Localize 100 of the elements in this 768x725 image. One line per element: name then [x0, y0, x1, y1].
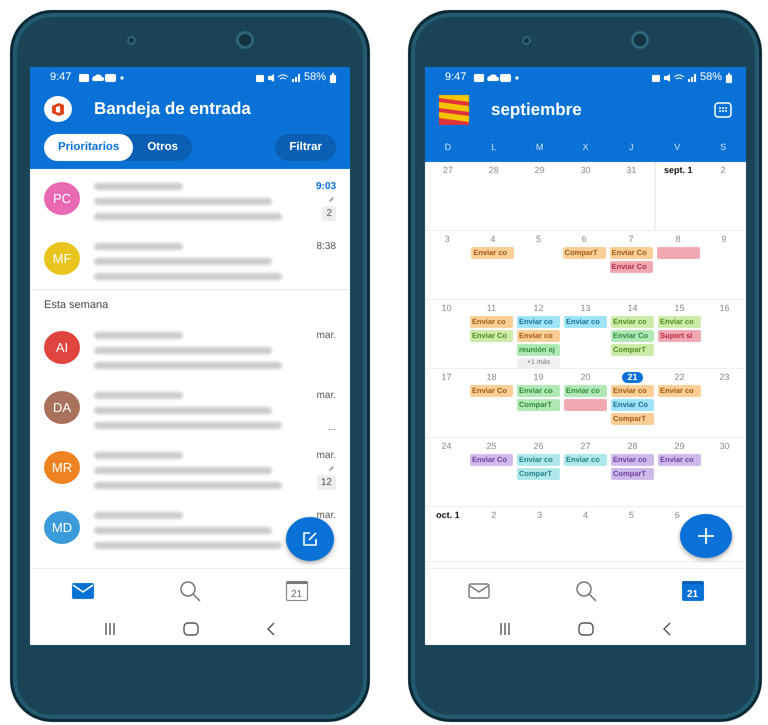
- message-time: mar.: [316, 508, 336, 523]
- camera-lens: [236, 31, 254, 49]
- day-number: 22: [673, 372, 686, 383]
- search-icon[interactable]: [178, 580, 201, 602]
- day-number: 28: [488, 165, 500, 176]
- day-number: 4: [582, 510, 589, 521]
- back-icon[interactable]: [662, 622, 672, 636]
- day-number: 18: [485, 372, 498, 383]
- clock-time: 9:47: [445, 70, 466, 86]
- compose-button[interactable]: [286, 517, 334, 561]
- mail-icon[interactable]: [468, 582, 490, 598]
- add-event-button[interactable]: [680, 514, 732, 558]
- app-logo-icon: [52, 102, 64, 116]
- day-number: 29: [534, 165, 546, 176]
- inbox-tab[interactable]: Otros: [133, 134, 192, 162]
- recent-apps-icon[interactable]: [104, 622, 116, 636]
- avatar: PC: [44, 182, 80, 216]
- inbox-tab[interactable]: Prioritarios: [44, 134, 134, 162]
- day-number: 2: [490, 510, 498, 521]
- battery-percent: 58%: [304, 70, 326, 86]
- weekday-label: L: [490, 141, 498, 154]
- weekday-label: J: [628, 141, 635, 154]
- striped-flag-icon: [439, 95, 469, 125]
- day-number: 6: [674, 510, 681, 521]
- day-number: 27: [442, 165, 454, 176]
- mail-icon[interactable]: [72, 582, 94, 598]
- day-number: 16: [718, 303, 730, 314]
- day-number: 15: [673, 303, 686, 314]
- day-number: 27: [579, 441, 592, 452]
- day-number: 7: [628, 234, 635, 245]
- avatar: DA: [44, 390, 80, 424]
- ellipsis: ...: [328, 420, 336, 435]
- day-number: 19: [532, 372, 544, 383]
- day-number: 2: [720, 165, 727, 176]
- search-icon[interactable]: [574, 580, 596, 602]
- weekday-label: V: [673, 141, 682, 154]
- today-date: 21: [622, 372, 642, 383]
- notification-icons-drawing: [474, 72, 520, 82]
- month-title: septiembre: [491, 99, 583, 122]
- message-count: 2: [322, 206, 336, 222]
- system-status-icons-drawing: [256, 72, 300, 82]
- day-number: 12: [532, 303, 544, 314]
- battery-percent: 58%: [700, 70, 722, 86]
- battery-icon: [726, 72, 732, 82]
- battery-icon: [330, 72, 336, 82]
- day-number: 30: [718, 441, 730, 452]
- day-number: sept. 1: [662, 165, 694, 176]
- day-number: 13: [579, 303, 592, 314]
- message-time: mar.: [316, 448, 336, 463]
- day-number: 6: [580, 234, 588, 245]
- day-number: 23: [718, 372, 730, 383]
- day-number: 31: [625, 165, 638, 176]
- day-number: 30: [579, 165, 592, 176]
- calendar-nav-button[interactable]: 21: [682, 580, 704, 600]
- day-number: 10: [440, 303, 452, 314]
- day-number: oct. 1: [435, 510, 461, 521]
- day-number: 5: [628, 510, 635, 521]
- message-count: 12: [316, 474, 336, 490]
- recent-apps-icon[interactable]: [498, 622, 511, 636]
- notification-icons-drawing: [79, 72, 126, 82]
- section-heading: Esta semana: [30, 289, 350, 318]
- day-number: 11: [486, 303, 498, 314]
- calendar-nav-button[interactable]: 21: [286, 580, 308, 600]
- calendar-view-icon[interactable]: [714, 102, 732, 118]
- camera-dot: [126, 36, 136, 44]
- camera-dot: [522, 36, 531, 44]
- weekday-label: S: [719, 141, 728, 154]
- day-number: 3: [444, 234, 451, 245]
- clock-time: 9:47: [50, 70, 72, 86]
- filter-button[interactable]: Filtrar: [275, 134, 336, 162]
- avatar: MF: [44, 242, 80, 276]
- avatar: MD: [44, 510, 80, 544]
- weekday-label: X: [581, 141, 590, 154]
- system-status-icons-drawing: [652, 72, 696, 82]
- avatar: MR: [44, 450, 80, 484]
- message-time: 8:38: [316, 240, 336, 254]
- message-time: mar.: [316, 328, 336, 343]
- plus-icon: [697, 527, 715, 545]
- message-time: 9:03: [316, 180, 336, 194]
- back-icon[interactable]: [266, 622, 276, 636]
- inbox-title: Bandeja de entrada: [94, 98, 251, 120]
- weekday-label: D: [444, 141, 452, 154]
- day-number: 20: [579, 372, 592, 383]
- day-number: 25: [485, 441, 498, 452]
- compose-icon: [302, 531, 318, 547]
- day-number: 3: [536, 510, 544, 521]
- day-number: 17: [440, 372, 452, 383]
- day-number: 28: [626, 441, 638, 452]
- day-number: 8: [674, 234, 682, 245]
- home-icon[interactable]: [578, 622, 594, 636]
- home-icon[interactable]: [182, 622, 199, 636]
- day-number: 29: [673, 441, 686, 452]
- day-number: 26: [532, 441, 544, 452]
- weekday-label: M: [534, 141, 544, 154]
- day-number: 9: [720, 234, 728, 245]
- camera-lens: [631, 31, 649, 49]
- avatar: AI: [44, 330, 80, 364]
- message-time: mar.: [316, 388, 336, 403]
- day-number: 5: [534, 234, 542, 245]
- day-number: 14: [626, 303, 638, 314]
